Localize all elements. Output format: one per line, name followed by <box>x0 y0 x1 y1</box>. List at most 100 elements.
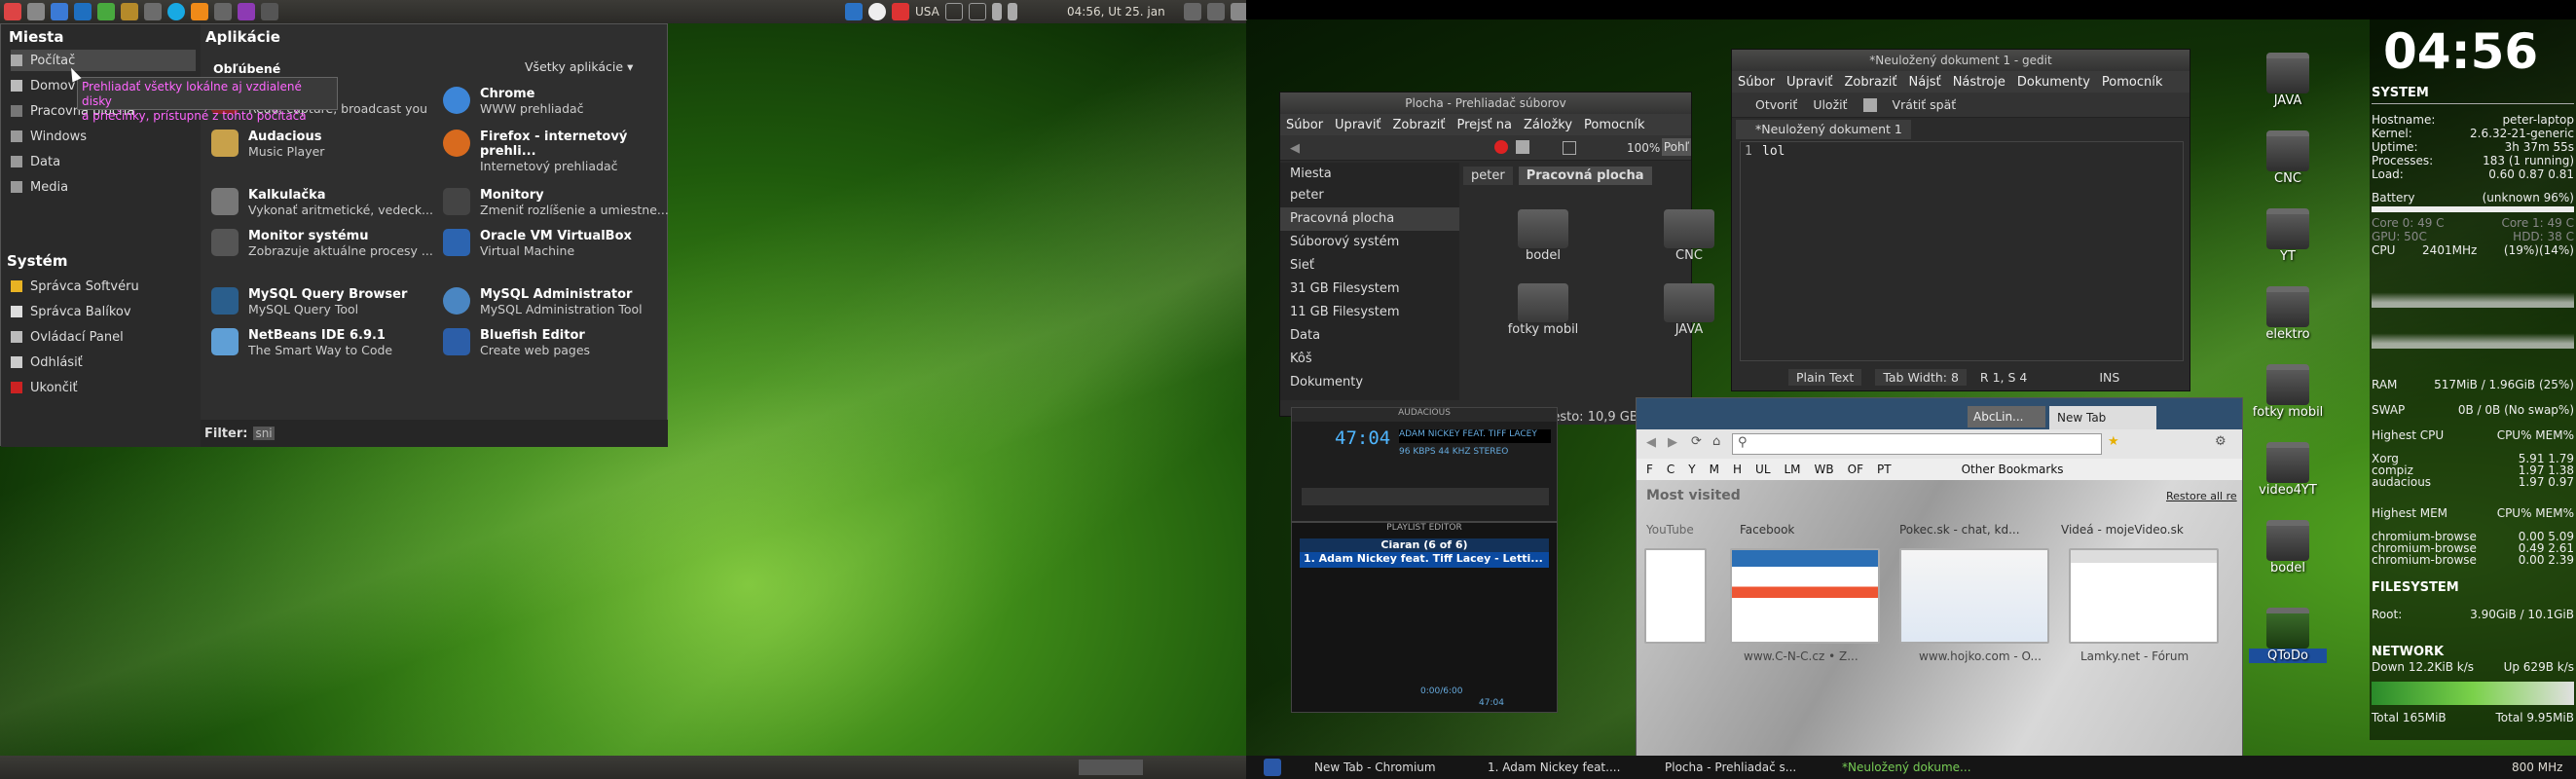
thumb-facebook[interactable]: Facebook <box>1740 523 1794 537</box>
sidebar-places-label[interactable]: Miesta <box>1280 163 1459 184</box>
thumb-youtube[interactable]: YouTube <box>1646 523 1694 537</box>
sidebar-item-data[interactable]: Data <box>1280 324 1459 348</box>
system-item-packages[interactable]: Správca Balíkov <box>11 301 196 322</box>
app-mysql-admin[interactable]: MySQL Administrator MySQL Administration … <box>443 287 677 316</box>
app-firefox[interactable]: Firefox - internetový prehli... Interneto… <box>443 130 677 173</box>
mail-tray-icon[interactable] <box>1184 3 1201 20</box>
system-item-shutdown[interactable]: Ukončiť <box>11 377 196 398</box>
app-mysql-query-browser[interactable]: MySQL Query Browser MySQL Query Tool <box>211 287 445 316</box>
tab-document[interactable]: *Neuložený dokument 1 <box>1736 120 1911 139</box>
forward-icon[interactable]: ▶ <box>1668 435 1677 450</box>
tab-new-tab[interactable]: New Tab <box>2049 406 2156 429</box>
menu-edit[interactable]: Upraviť <box>1786 75 1832 90</box>
place-item-windows[interactable]: Windows <box>11 126 196 147</box>
menu-file[interactable]: Súbor <box>1738 75 1775 90</box>
open-button[interactable]: Otvoriť <box>1755 97 1797 112</box>
omnibox[interactable] <box>1732 433 2102 455</box>
syntax-select[interactable]: Plain Text <box>1788 368 1862 386</box>
back-icon[interactable]: ◀ <box>1646 435 1656 450</box>
menu-go[interactable]: Prejsť na <box>1457 118 1513 132</box>
place-item-media[interactable]: Media <box>11 176 196 198</box>
bookmark-lm[interactable]: LM <box>1785 463 1801 476</box>
desktop-icon-cnc[interactable]: CNC <box>2249 130 2327 186</box>
app-chrome[interactable]: Chrome WWW prehliadač <box>443 87 677 116</box>
editor-text[interactable]: lol <box>1762 144 1785 159</box>
task-nautilus[interactable]: Plocha - Prehliadač s... <box>1665 760 1796 774</box>
menu-edit[interactable]: Upraviť <box>1335 118 1380 132</box>
skype-icon[interactable] <box>167 3 185 20</box>
menu-help[interactable]: Pomocník <box>1584 118 1644 132</box>
transport-controls[interactable] <box>1302 488 1549 505</box>
desktop-icon-bodel[interactable]: bodel <box>2249 520 2327 575</box>
vlc-icon[interactable] <box>191 3 208 20</box>
dropbox-icon[interactable] <box>845 3 863 20</box>
menu-view[interactable]: Zobraziť <box>1393 118 1446 132</box>
view-select[interactable]: Pohľ <box>1662 138 1691 156</box>
user-icon[interactable] <box>1207 3 1225 20</box>
computer-icon[interactable] <box>1563 141 1576 155</box>
other-bookmarks[interactable]: Other Bookmarks <box>1962 463 2064 476</box>
app-netbeans[interactable]: NetBeans IDE 6.9.1 The Smart Way to Code <box>211 328 445 357</box>
sidebar-item-11gb[interactable]: 11 GB Filesystem <box>1280 301 1459 324</box>
sidebar-item-home[interactable]: peter <box>1280 184 1459 207</box>
bookmark-wb[interactable]: WB <box>1815 463 1834 476</box>
bookmark-ul[interactable]: UL <box>1755 463 1770 476</box>
back-icon[interactable]: ◀ <box>1290 141 1300 156</box>
file-bodel[interactable]: bodel <box>1494 209 1592 263</box>
file-java[interactable]: JAVA <box>1640 283 1738 337</box>
ubuntu-icon[interactable] <box>4 3 21 20</box>
all-apps-button[interactable]: Všetky aplikácie ▾ <box>525 59 633 74</box>
restore-link[interactable]: Restore all re <box>2166 490 2237 502</box>
mail-icon[interactable] <box>214 3 232 20</box>
gedit-titlebar[interactable]: *Neuložený dokument 1 - gedit <box>1732 50 2190 71</box>
home-icon[interactable] <box>1516 140 1529 154</box>
file-fotky-mobil[interactable]: fotky mobil <box>1494 283 1592 337</box>
stop-icon[interactable] <box>1494 140 1508 154</box>
bookmark-f[interactable]: F <box>1646 463 1653 476</box>
wizard-icon[interactable] <box>238 3 255 20</box>
chromium-icon[interactable] <box>51 3 68 20</box>
task-chromium[interactable]: New Tab - Chromium <box>1314 760 1436 774</box>
menu-documents[interactable]: Dokumenty <box>2017 75 2090 90</box>
wrench-icon[interactable]: ⚙ <box>2215 434 2226 449</box>
thumb-preview-0[interactable] <box>1644 548 1707 644</box>
menu-bookmarks[interactable]: Záložky <box>1524 118 1572 132</box>
bookmark-pt[interactable]: PT <box>1877 463 1892 476</box>
desktop-icon-java[interactable]: JAVA <box>2249 53 2327 108</box>
star-icon[interactable]: ★ <box>2108 434 2119 449</box>
system-item-logout[interactable]: Odhlásiť <box>11 352 196 373</box>
network-icon[interactable] <box>868 3 886 20</box>
home-icon[interactable]: ⌂ <box>1712 434 1720 449</box>
task-audacious[interactable]: 1. Adam Nickey feat.... <box>1488 760 1620 774</box>
undo-button[interactable]: Vrátiť späť <box>1893 97 1957 112</box>
thumb-preview-hojko[interactable] <box>1899 548 2049 644</box>
tools-icon[interactable] <box>121 3 138 20</box>
app-audacious[interactable]: Audacious Music Player <box>211 130 445 159</box>
bookmark-m[interactable]: M <box>1710 463 1719 476</box>
place-item-data[interactable]: Data <box>11 151 196 172</box>
app-bluefish[interactable]: Bluefish Editor Create web pages <box>443 328 677 357</box>
workspace-switcher[interactable] <box>1079 760 1143 775</box>
thumb-hojko-label[interactable]: www.hojko.com - O... <box>1919 649 2042 663</box>
bluetooth-icon[interactable] <box>968 3 986 20</box>
place-item-computer[interactable]: Počítač <box>11 50 196 71</box>
sidebar-item-trash[interactable]: Kôš <box>1280 348 1459 371</box>
wifi-icon[interactable] <box>944 3 963 20</box>
volume-icon[interactable] <box>1007 3 1017 20</box>
clock[interactable]: 04:56, Ut 25. jan <box>1067 5 1165 19</box>
reload-icon[interactable]: ⟳ <box>1691 434 1702 449</box>
app-system-monitor[interactable]: Monitor systému Zobrazuje aktuálne proces… <box>211 229 445 258</box>
thumb-pokec[interactable]: Pokec.sk - chat, kd... <box>1899 523 2020 537</box>
filter-input[interactable]: sni <box>253 427 275 440</box>
thumb-cnc-label[interactable]: www.C-N-C.cz • Z... <box>1744 649 1858 663</box>
bookmark-h[interactable]: H <box>1733 463 1742 476</box>
crumb-desktop[interactable]: Pracovná plocha <box>1518 167 1652 185</box>
desktop-icon-yt[interactable]: YT <box>2249 208 2327 264</box>
system-item-control-panel[interactable]: Ovládací Panel <box>11 326 196 348</box>
thumb-preview-cnc[interactable] <box>1730 548 1880 644</box>
thumb-preview-lamky[interactable] <box>2069 548 2219 644</box>
tab-abclinux[interactable]: AbcLin... <box>1968 406 2045 427</box>
sidebar-item-network[interactable]: Sieť <box>1280 254 1459 278</box>
places-icon[interactable] <box>27 3 45 20</box>
menu-search[interactable]: Nájsť <box>1909 75 1941 90</box>
